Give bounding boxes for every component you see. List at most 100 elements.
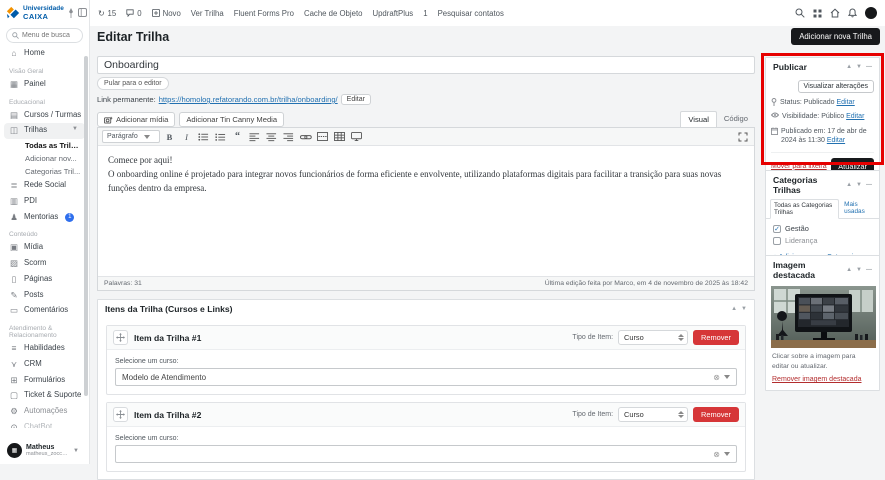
link-button[interactable]: [298, 130, 313, 144]
tab-all-categories[interactable]: Todas as Categorias Trilhas: [770, 199, 839, 219]
sidebar-item-crm[interactable]: ⋎CRM: [0, 357, 89, 373]
sidebar-item-habilidades[interactable]: ≡Habilidades: [0, 341, 89, 357]
move-up-icon[interactable]: ▲: [846, 182, 852, 188]
search-contacts-menu[interactable]: Pesquisar contatos: [438, 9, 504, 18]
checkbox-checked-icon[interactable]: ✓: [773, 225, 781, 233]
sidebar-item-formularios[interactable]: ⊞Formulários: [0, 373, 89, 389]
clear-selection-icon[interactable]: ⊗: [713, 373, 720, 382]
sidebar-item-comentarios[interactable]: ▭Comentários: [0, 303, 89, 319]
category-option-gestao[interactable]: ✓ Gestão: [773, 224, 872, 233]
sidebar-search[interactable]: [6, 28, 83, 43]
tab-most-used[interactable]: Mais usadas: [841, 199, 875, 218]
sidebar-item-pdi[interactable]: ▥PDI: [0, 194, 89, 210]
move-up-icon[interactable]: ▲: [731, 306, 737, 312]
sidebar-item-posts[interactable]: ✎Posts: [0, 288, 89, 304]
editor-content-area[interactable]: Comece por aqui! O onboarding online é p…: [98, 146, 754, 276]
move-down-icon[interactable]: ▼: [856, 267, 862, 273]
numbered-list-button[interactable]: [213, 130, 228, 144]
fullscreen-icon[interactable]: [735, 130, 750, 144]
sidebar-item-paginas[interactable]: ▯Páginas: [0, 272, 89, 288]
edit-date-link[interactable]: Editar: [827, 137, 845, 144]
skip-to-editor-button[interactable]: Pular para o editor: [97, 77, 169, 90]
sidebar-item-scorm[interactable]: ▨Scorm: [0, 256, 89, 272]
tab-codigo[interactable]: Código: [717, 111, 755, 127]
edit-permalink-button[interactable]: Editar: [341, 94, 371, 105]
sidebar-sub-categorias[interactable]: Categorias Tril...: [0, 165, 89, 178]
edit-status-link[interactable]: Editar: [836, 99, 854, 106]
edit-visibility-link[interactable]: Editar: [846, 113, 864, 120]
sidebar-item-midia[interactable]: ▣Mídia: [0, 240, 89, 256]
fluent-forms-menu[interactable]: Fluent Forms Pro: [234, 9, 294, 18]
sidebar-item-painel[interactable]: ▦Painel: [0, 77, 89, 93]
sidebar-item-rede-social[interactable]: ≣Rede Social: [0, 178, 89, 194]
table-button[interactable]: [332, 130, 347, 144]
blockquote-button[interactable]: “: [230, 130, 245, 144]
permalink-url[interactable]: https://homolog.refatorando.com.br/trilh…: [159, 95, 338, 104]
course-select[interactable]: Modelo de Atendimento ⊗: [115, 368, 737, 386]
main-content: Editar Trilha Adicionar nova Trilha Pula…: [90, 26, 885, 464]
sidebar-item-mentorias[interactable]: ♟Mentorias 1: [0, 210, 89, 226]
clear-selection-icon[interactable]: ⊗: [713, 450, 720, 459]
sidebar-item-trilhas[interactable]: ◫Trilhas ▼: [4, 123, 85, 139]
post-title-input[interactable]: [97, 56, 755, 74]
checkbox-unchecked-icon[interactable]: [773, 237, 781, 245]
search-input[interactable]: [22, 32, 77, 39]
toggle-panel-icon[interactable]: —: [866, 182, 872, 188]
sidebar-scrollbar[interactable]: [84, 56, 88, 396]
sidebar-item-home[interactable]: ⌂Home: [0, 46, 89, 62]
bullet-list-button[interactable]: [196, 130, 211, 144]
comments-menu[interactable]: 0: [126, 9, 141, 18]
remove-item-button[interactable]: Remover: [693, 330, 739, 345]
sidebar-item-automacoes[interactable]: ⚙Automações: [0, 404, 89, 420]
updates-menu[interactable]: ↻ 15: [98, 9, 116, 18]
apps-grid-icon[interactable]: [813, 9, 822, 18]
move-down-icon[interactable]: ▼: [741, 306, 747, 312]
add-tincanny-button[interactable]: Adicionar Tin Canny Media: [179, 112, 284, 127]
view-trilha-menu[interactable]: Ver Trilha: [191, 9, 224, 18]
toggle-panel-icon[interactable]: —: [866, 64, 872, 70]
item-type-select[interactable]: Curso: [618, 407, 688, 422]
pin-icon[interactable]: [67, 8, 75, 18]
align-right-button[interactable]: [281, 130, 296, 144]
paragraph-format-select[interactable]: Parágrafo: [102, 130, 160, 143]
align-center-button[interactable]: [264, 130, 279, 144]
move-to-trash-link[interactable]: Mover para lixeira: [771, 163, 827, 170]
sidebar-sub-adicionar-nova[interactable]: Adicionar nov...: [0, 152, 89, 165]
move-down-icon[interactable]: ▼: [856, 64, 862, 70]
collapse-sidebar-icon[interactable]: [78, 8, 87, 18]
new-menu[interactable]: Novo: [152, 9, 181, 18]
home-icon[interactable]: [830, 8, 840, 18]
move-up-icon[interactable]: ▲: [846, 64, 852, 70]
notifications-bell-icon[interactable]: [848, 8, 857, 18]
sidebar-item-ticket[interactable]: ▢Ticket & Suporte: [0, 388, 89, 404]
bold-button[interactable]: B: [162, 130, 177, 144]
sidebar-sub-todas-trilhas[interactable]: Todas as Trilhas: [0, 139, 89, 152]
add-media-button[interactable]: Adicionar mídia: [97, 112, 175, 127]
featured-image[interactable]: [771, 286, 874, 348]
drag-handle-icon[interactable]: [113, 407, 128, 422]
search-icon[interactable]: [795, 8, 805, 18]
preview-changes-button[interactable]: Visualizar alterações: [798, 80, 874, 93]
align-left-button[interactable]: [247, 130, 262, 144]
toggle-panel-icon[interactable]: —: [866, 267, 872, 273]
user-menu[interactable]: ▦ Matheus matheus_zocco@hotmail.com ▼: [4, 440, 85, 461]
category-option-lideranca[interactable]: Liderança: [773, 236, 872, 245]
updraftplus-menu[interactable]: UpdraftPlus: [372, 9, 413, 18]
course-select[interactable]: ⊗: [115, 445, 737, 463]
sidebar-item-chatbot[interactable]: ⊙ChatBot: [0, 420, 89, 428]
drag-handle-icon[interactable]: [113, 330, 128, 345]
tab-visual[interactable]: Visual: [680, 111, 717, 127]
move-down-icon[interactable]: ▼: [856, 182, 862, 188]
object-cache-menu[interactable]: Cache de Objeto: [304, 9, 363, 18]
read-more-button[interactable]: [315, 130, 330, 144]
italic-button[interactable]: I: [179, 130, 194, 144]
avatar[interactable]: [865, 7, 877, 19]
item-type-select[interactable]: Curso: [618, 330, 688, 345]
sidebar-item-cursos[interactable]: ▤Cursos / Turmas: [0, 108, 89, 124]
preview-monitor-button[interactable]: [349, 130, 364, 144]
remove-featured-image-link[interactable]: Remover imagem destacada: [766, 371, 879, 390]
pending-count[interactable]: 1: [423, 9, 427, 18]
move-up-icon[interactable]: ▲: [846, 267, 852, 273]
add-new-trilha-button[interactable]: Adicionar nova Trilha: [791, 28, 880, 45]
remove-item-button[interactable]: Remover: [693, 407, 739, 422]
